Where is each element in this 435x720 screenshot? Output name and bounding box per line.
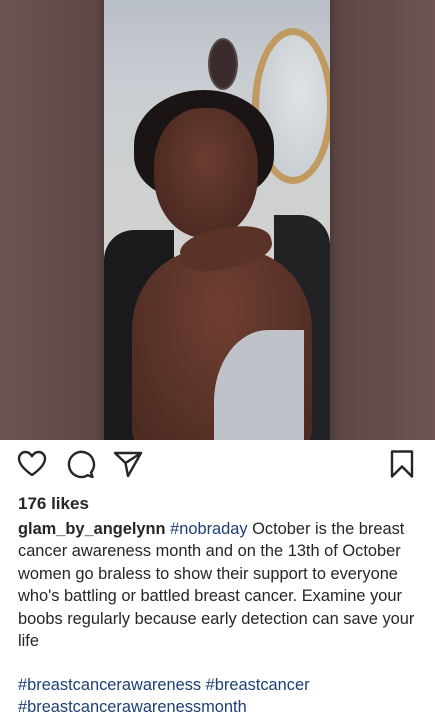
comment-bubble-icon[interactable] (64, 448, 96, 480)
wall-clock (208, 38, 238, 90)
hashtag-line-1[interactable]: #breastcancerawareness #breastcancer (18, 674, 418, 696)
post-image[interactable] (0, 0, 435, 440)
photo-content (104, 0, 330, 440)
caption-text: October is the breast cancer awareness m… (18, 520, 415, 651)
hashtag-link[interactable]: #nobraday (170, 520, 247, 538)
instagram-post: 176 likes glam_by_angelynn #nobraday Oct… (0, 0, 435, 720)
hashtag-block: #breastcancerawareness #breastcancer #br… (18, 674, 418, 719)
paper-plane-icon[interactable] (112, 448, 144, 480)
hashtag-line-2[interactable]: #breastcancerawarenessmonth (18, 696, 418, 718)
like-count[interactable]: 176 likes (18, 494, 89, 514)
username-link[interactable]: glam_by_angelynn (18, 520, 166, 538)
post-caption: glam_by_angelynn #nobraday October is th… (18, 518, 418, 652)
bookmark-icon[interactable] (386, 448, 418, 480)
face (154, 108, 258, 238)
heart-icon[interactable] (16, 448, 48, 480)
action-bar (0, 448, 435, 488)
